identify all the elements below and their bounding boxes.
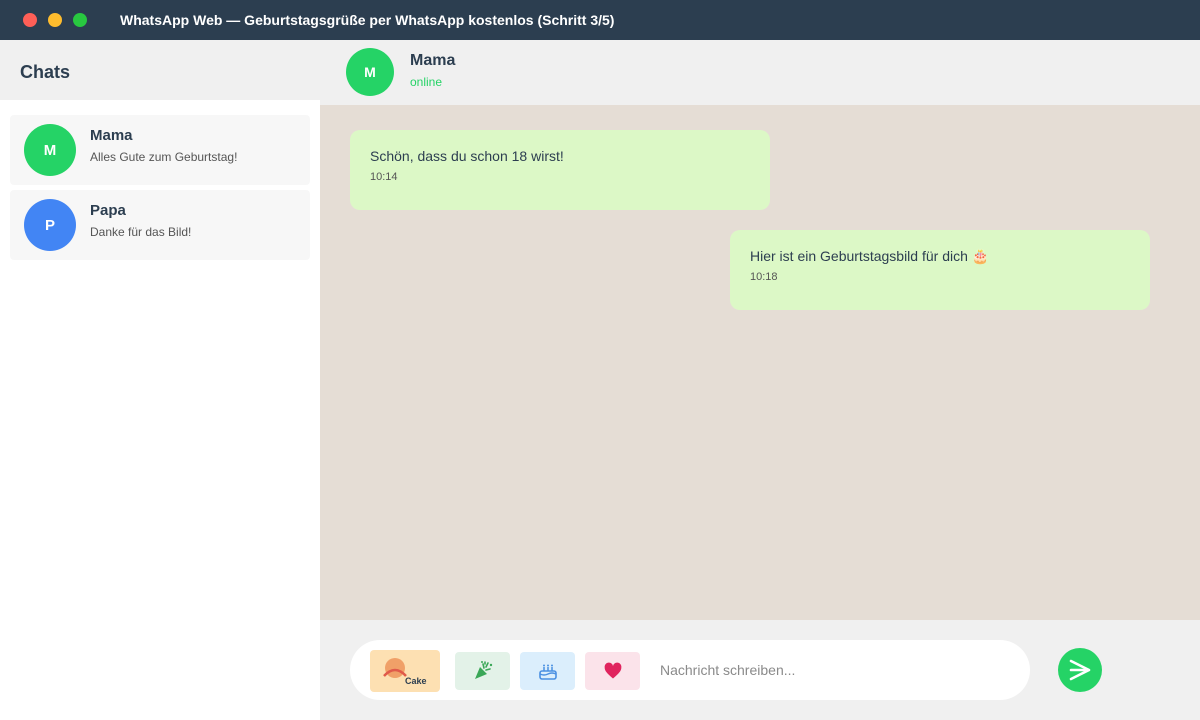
message-input[interactable] [660, 660, 1010, 680]
chat-item-mama[interactable]: M Mama Alles Gute zum Geburtstag! [10, 115, 310, 185]
avatar-initial: M [364, 64, 376, 80]
title-bar: WhatsApp Web — Geburtstagsgrüße per What… [0, 0, 1200, 40]
chat-name: Mama [90, 127, 133, 144]
birthday-cake-icon [538, 664, 557, 680]
avatar-initial: M [43, 141, 57, 159]
message-list[interactable]: Schön, dass du schon 18 wirst! 10:14 Hie… [320, 105, 1200, 620]
message-text: Hier ist ein Geburtstagsbild für dich 🎂 [750, 248, 990, 264]
avatar: M [24, 124, 76, 176]
chat-preview: Alles Gute zum Geburtstag! [90, 150, 238, 164]
chat-header: M Mama online [320, 40, 1200, 105]
send-button[interactable] [1058, 648, 1102, 692]
send-icon [1069, 659, 1091, 681]
contact-avatar[interactable]: M [346, 48, 394, 96]
party-popper-icon [474, 661, 492, 679]
sidebar: Chats M Mama Alles Gute zum Geburtstag! … [0, 40, 320, 720]
message-time: 10:14 [370, 171, 398, 183]
chat-preview: Danke für das Bild! [90, 225, 192, 239]
sidebar-header: Chats [0, 40, 320, 100]
cake-button[interactable] [520, 652, 575, 690]
heart-icon [604, 662, 621, 679]
window-title: WhatsApp Web — Geburtstagsgrüße per What… [120, 12, 615, 28]
maximize-window-button[interactable] [73, 13, 87, 27]
minimize-window-button[interactable] [48, 13, 62, 27]
message-bubble-incoming: Schön, dass du schon 18 wirst! 10:14 [350, 130, 770, 210]
contact-status: online [410, 75, 443, 89]
avatar-initial: P [44, 216, 55, 234]
chat-item-papa[interactable]: P Papa Danke für das Bild! [10, 190, 310, 260]
party-sticker-button[interactable] [455, 652, 510, 690]
sticker-label: Cake [405, 676, 427, 686]
chat-name: Papa [90, 202, 126, 219]
message-input-bar: Cake [350, 640, 1030, 700]
message-text: Schön, dass du schon 18 wirst! [370, 148, 564, 164]
heart-button[interactable] [585, 652, 640, 690]
cake-sticker-button[interactable]: Cake [370, 650, 440, 692]
composer: Cake [320, 620, 1200, 720]
avatar: P [24, 199, 76, 251]
contact-name[interactable]: Mama [410, 52, 455, 70]
message-bubble-outgoing: Hier ist ein Geburtstagsbild für dich 🎂 … [730, 230, 1150, 310]
sidebar-title: Chats [20, 62, 71, 82]
message-time: 10:18 [750, 271, 778, 283]
close-window-button[interactable] [23, 13, 37, 27]
